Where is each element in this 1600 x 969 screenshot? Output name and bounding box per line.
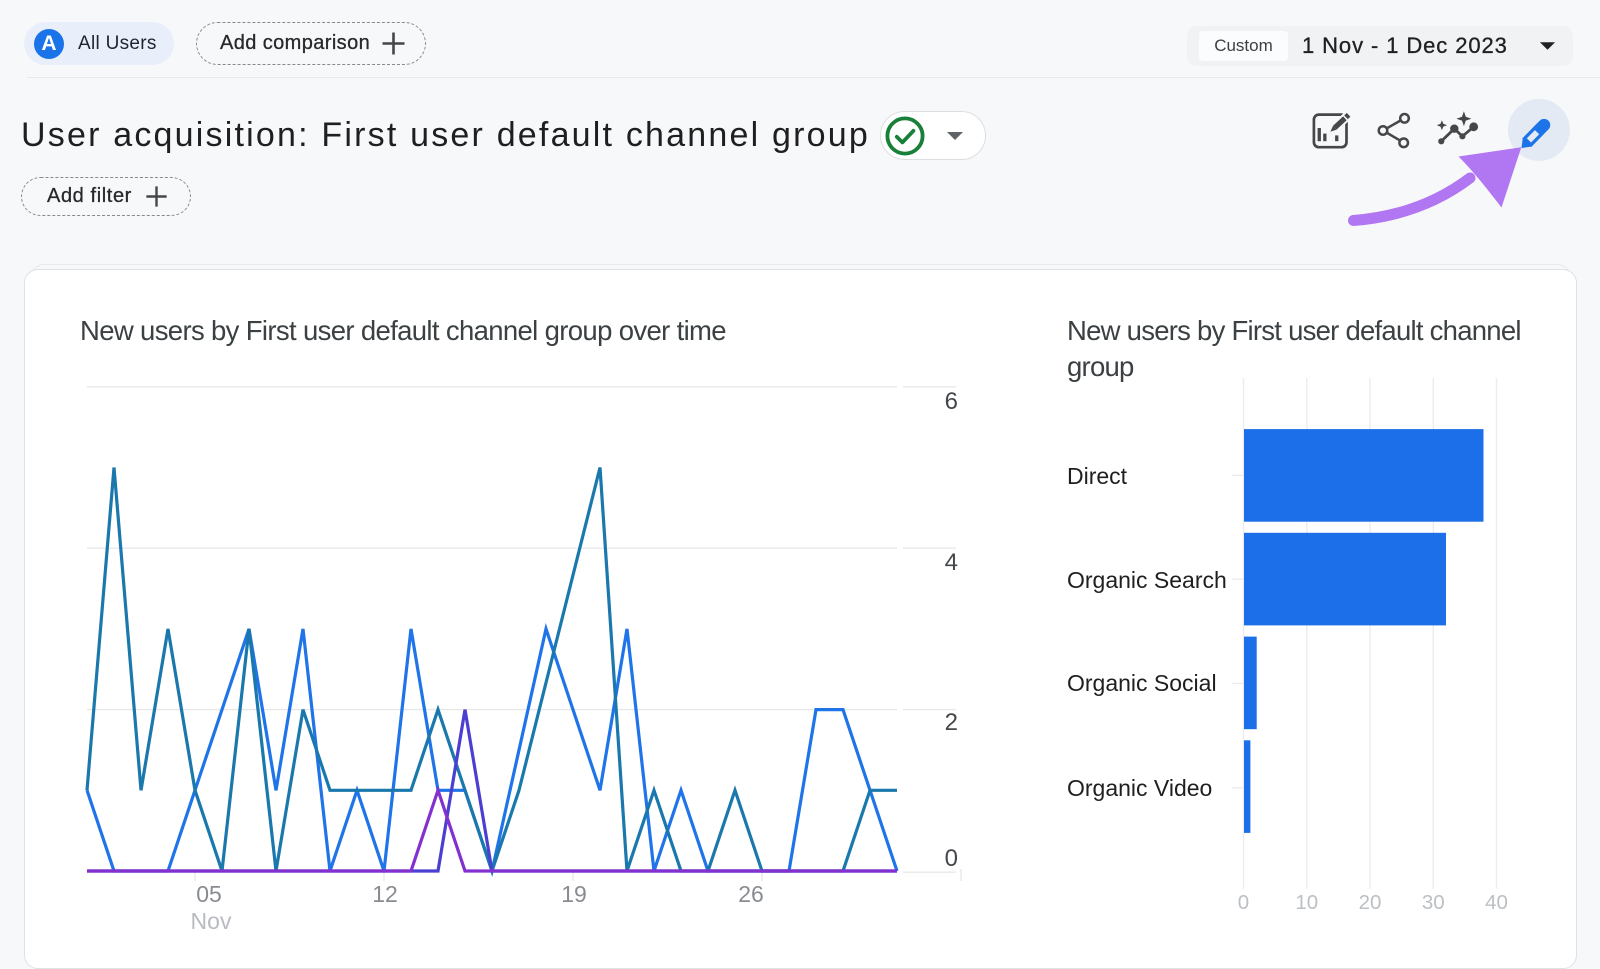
svg-text:New users by First user defaul: New users by First user default channel … bbox=[80, 315, 726, 346]
svg-text:10: 10 bbox=[1295, 891, 1318, 914]
svg-text:Direct: Direct bbox=[1067, 463, 1128, 489]
svg-text:0: 0 bbox=[1238, 891, 1249, 914]
svg-text:0: 0 bbox=[945, 845, 958, 872]
svg-text:Organic Video: Organic Video bbox=[1067, 775, 1212, 801]
svg-text:4: 4 bbox=[945, 549, 958, 576]
svg-text:2: 2 bbox=[945, 709, 958, 736]
svg-text:12: 12 bbox=[372, 881, 398, 907]
svg-text:19: 19 bbox=[561, 881, 587, 907]
svg-text:Organic Search: Organic Search bbox=[1067, 567, 1227, 593]
svg-text:26: 26 bbox=[738, 881, 764, 907]
svg-text:Nov: Nov bbox=[191, 908, 232, 934]
svg-text:20: 20 bbox=[1359, 891, 1382, 914]
svg-text:group: group bbox=[1067, 351, 1134, 382]
svg-text:6: 6 bbox=[945, 388, 958, 415]
svg-text:Organic Social: Organic Social bbox=[1067, 670, 1217, 696]
svg-text:05: 05 bbox=[196, 881, 222, 907]
svg-text:40: 40 bbox=[1485, 891, 1508, 914]
svg-text:30: 30 bbox=[1422, 891, 1445, 914]
svg-text:New users by First user defaul: New users by First user default channel bbox=[1067, 315, 1521, 346]
